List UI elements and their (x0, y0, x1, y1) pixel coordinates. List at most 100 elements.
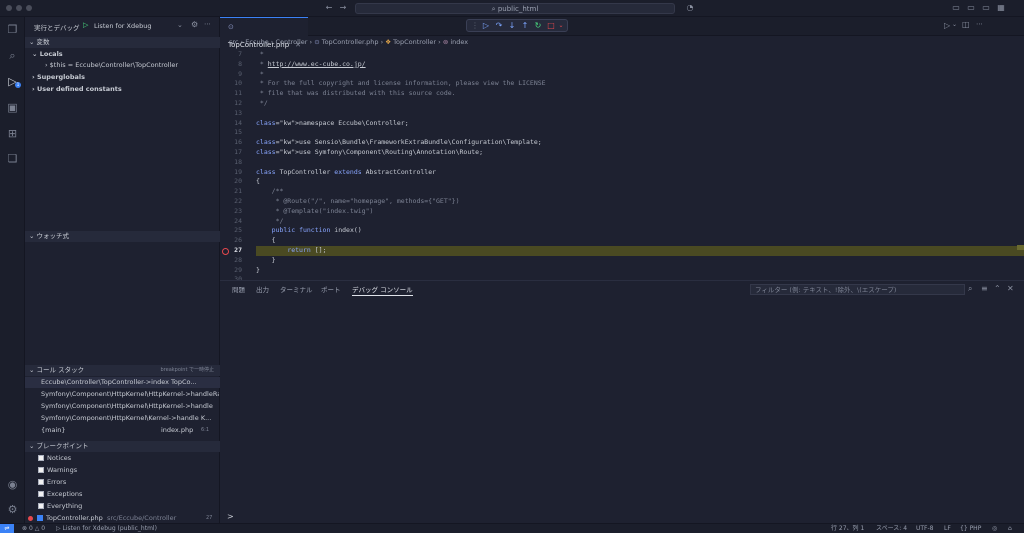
problems-count[interactable]: ⊗ 0 △ 0 (22, 524, 45, 533)
breakpoint-warnings[interactable]: Warnings (38, 465, 218, 476)
tab-problems[interactable]: 問題 (232, 285, 245, 295)
locals-scope[interactable]: ⌄ Locals (32, 49, 217, 60)
checkbox[interactable] (38, 455, 44, 461)
checkbox[interactable] (38, 479, 44, 485)
continue-icon[interactable]: ▷ (480, 21, 492, 31)
breadcrumb-item[interactable]: Controller (275, 38, 307, 46)
checkbox[interactable] (38, 467, 44, 473)
code-line[interactable]: * @Route("/", name="homepage", methods={… (256, 197, 460, 207)
code-line[interactable]: * @Template("index.twig") (256, 207, 374, 217)
code-line[interactable]: class TopController extends AbstractCont… (256, 168, 436, 178)
tab-debug-console[interactable]: デバッグ コンソール (352, 285, 413, 296)
cursor-position[interactable]: 行 27、列 1 (831, 524, 864, 533)
layout-sidebar-right-icon[interactable]: ▭ (981, 3, 991, 13)
code-line[interactable]: * (256, 50, 264, 60)
code-line[interactable]: public function index() (256, 226, 362, 236)
step-out-icon[interactable]: ↑ (519, 21, 531, 31)
variable-this[interactable]: › $this = Eccube\Controller\TopControlle… (45, 60, 217, 71)
call-stack-frame[interactable]: Symfony\Component\HttpKernel\Kernel->han… (41, 413, 219, 424)
debug-config-select[interactable]: Listen for Xdebug (94, 22, 152, 30)
code-line[interactable]: class="kw">namespace Eccube\Controller; (256, 119, 409, 129)
minimize-window-dot[interactable] (16, 5, 22, 11)
tab-ports[interactable]: ポート (321, 285, 341, 295)
zoom-window-dot[interactable] (26, 5, 32, 11)
close-icon[interactable]: ✕ (1007, 284, 1014, 293)
code-line[interactable]: { (256, 236, 276, 246)
clear-console-icon[interactable]: ≡ (981, 284, 988, 293)
checkbox[interactable] (37, 515, 43, 521)
step-over-icon[interactable]: ↷ (493, 21, 505, 31)
call-stack-frame[interactable]: {main} index.php 6:1 (41, 425, 219, 436)
extensions-icon[interactable]: ⊞ (4, 125, 21, 142)
breakpoint-exceptions[interactable]: Exceptions (38, 489, 218, 500)
breadcrumb-item[interactable]: Eccube (245, 38, 269, 46)
code-line[interactable]: } (256, 266, 260, 276)
breadcrumb-item[interactable]: index (450, 38, 468, 46)
tab-output[interactable]: 出力 (256, 285, 269, 295)
code-line[interactable]: */ (256, 99, 268, 109)
layout-panel-icon[interactable]: ▭ (966, 3, 976, 13)
run-debug-icon[interactable]: ▷ 1 (4, 73, 21, 90)
account-icon[interactable]: ◉ (4, 476, 21, 493)
checkbox[interactable] (38, 491, 44, 497)
more-actions-icon[interactable]: ⋯ (204, 20, 211, 28)
close-window-dot[interactable] (6, 5, 12, 11)
code-line[interactable]: */ (256, 217, 284, 227)
code-line[interactable]: class="kw">use Symfony\Component\Routing… (256, 148, 483, 158)
command-center-search[interactable]: ⌕ public_html (355, 3, 675, 14)
forward-arrow-icon[interactable]: → (338, 3, 348, 13)
watch-section-header[interactable]: ⌄ ウォッチ式 (25, 231, 220, 242)
variables-section-header[interactable]: ⌄ 変数 (25, 37, 220, 48)
eol[interactable]: LF (944, 524, 951, 533)
chevron-up-icon[interactable]: ⌃ (994, 284, 1001, 293)
customize-layout-icon[interactable]: ▦ (996, 3, 1006, 13)
containers-icon[interactable]: ❏ (4, 150, 21, 167)
accounts-icon[interactable]: ◔ (685, 3, 695, 13)
code-line[interactable]: * http://www.ec-cube.co.jp/ (256, 60, 366, 70)
remote-explorer-icon[interactable]: ▣ (4, 99, 21, 116)
code-line[interactable]: /** (256, 187, 284, 197)
console-prompt[interactable]: > (227, 512, 234, 521)
breadcrumb-item[interactable]: TopController (393, 38, 436, 46)
search-view-icon[interactable]: ⌕ (4, 47, 21, 64)
gear-icon[interactable]: ⚙ (191, 20, 198, 29)
checkbox[interactable] (38, 503, 44, 509)
superglobals-scope[interactable]: › Superglobals (32, 72, 217, 83)
code-editor[interactable]: 7 * 8 * http://www.ec-cube.co.jp/9 * 10 * … (220, 48, 1024, 283)
copilot-icon[interactable]: ◎ (992, 524, 997, 533)
settings-gear-icon[interactable]: ⚙ (4, 501, 21, 518)
breadcrumb-item[interactable]: TopController.php (322, 38, 379, 46)
explorer-icon[interactable]: ❐ (4, 21, 21, 38)
split-editor-icon[interactable]: ◫ (962, 20, 970, 29)
run-icon[interactable]: ▷ (944, 21, 950, 30)
chevron-down-icon[interactable]: ⌄ (177, 21, 183, 29)
more-actions-icon[interactable]: ⋯ (976, 20, 983, 28)
layout-sidebar-icon[interactable]: ▭ (951, 3, 961, 13)
tab-topcontroller[interactable]: ⊙ TopController.php ✕ (220, 17, 308, 49)
tab-terminal[interactable]: ターミナル (280, 285, 313, 295)
filter-icon[interactable]: ⌕ (968, 284, 972, 294)
chevron-down-icon[interactable]: ⌄ (952, 21, 957, 28)
back-arrow-icon[interactable]: ← (324, 3, 334, 13)
breakpoint-errors[interactable]: Errors (38, 477, 218, 488)
user-constants-scope[interactable]: › User defined constants (32, 84, 217, 95)
debug-console-filter[interactable]: フィルター (例: テキスト、!除外、\(エスケープ) (750, 284, 965, 295)
start-debug-icon[interactable]: ▷ (83, 21, 88, 29)
code-line[interactable]: } (256, 256, 276, 266)
code-line[interactable]: * (256, 70, 264, 80)
chevron-down-icon[interactable]: ⌄ (555, 21, 567, 31)
language-mode[interactable]: {} PHP (960, 524, 981, 533)
encoding[interactable]: UTF-8 (916, 524, 934, 533)
code-line[interactable]: class="kw">use Sensio\Bundle\FrameworkEx… (256, 138, 542, 148)
debug-status[interactable]: ▷ Listen for Xdebug (public_html) (56, 524, 157, 533)
code-line[interactable]: return []; (256, 246, 326, 256)
notifications-icon[interactable]: ⌂ (1008, 524, 1012, 533)
code-line[interactable]: { (256, 177, 260, 187)
restart-icon[interactable]: ↻ (532, 21, 544, 31)
breakpoint-notices[interactable]: Notices (38, 453, 218, 464)
breakpoints-section-header[interactable]: ⌄ ブレークポイント (25, 441, 220, 452)
step-into-icon[interactable]: ↓ (506, 21, 518, 31)
indentation[interactable]: スペース: 4 (876, 524, 907, 533)
breakpoint-everything[interactable]: Everything (38, 501, 218, 512)
code-line[interactable]: * file that was distributed with this so… (256, 89, 456, 99)
